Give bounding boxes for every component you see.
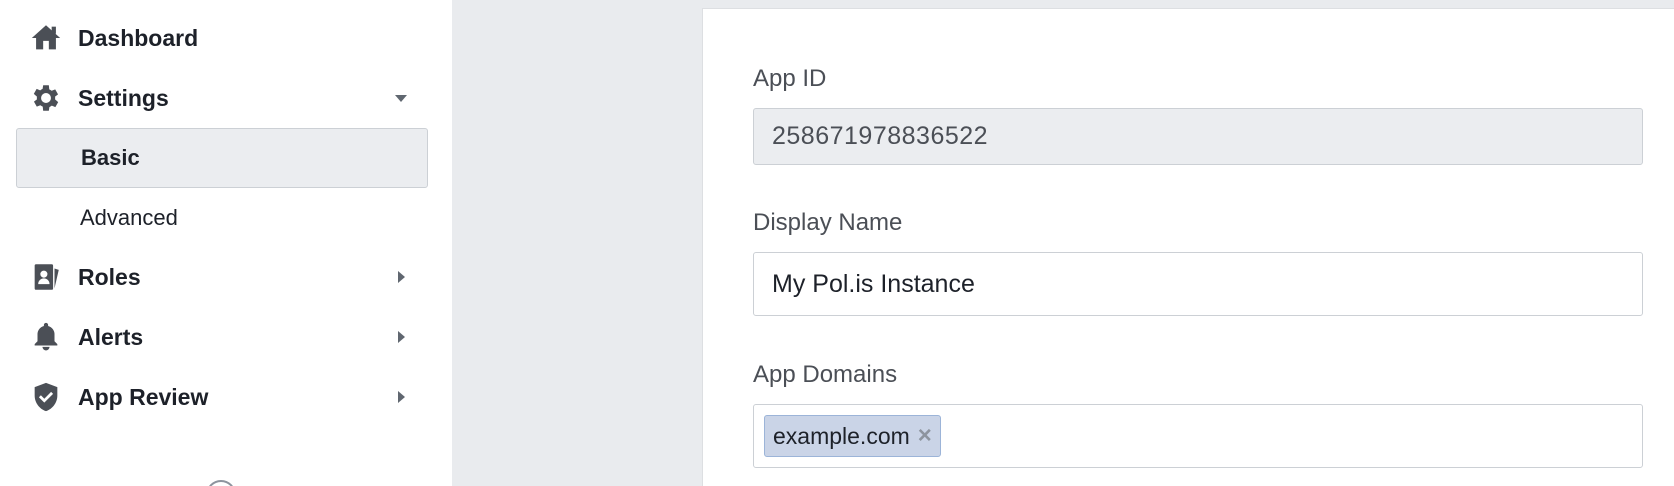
bell-icon	[28, 319, 64, 355]
sidebar-subitem-label: Basic	[81, 145, 140, 170]
app-domains-label: App Domains	[753, 361, 898, 388]
roles-icon	[28, 259, 64, 295]
app-id-label: App ID	[753, 65, 827, 92]
app-domains-input[interactable]: example.com ×	[753, 404, 1643, 468]
shield-check-icon	[28, 379, 64, 415]
sidebar-item-label: Roles	[78, 263, 141, 290]
sidebar-subitem-advanced[interactable]: Advanced	[16, 188, 428, 248]
sidebar-item-label: Settings	[78, 84, 169, 111]
chevron-right-icon[interactable]	[393, 269, 409, 285]
sidebar-subitem-label: Advanced	[80, 205, 178, 230]
display-name-input[interactable]: My Pol.is Instance	[753, 252, 1643, 316]
sidebar-item-roles[interactable]: Roles	[0, 255, 452, 299]
sidebar-item-label: App Review	[78, 383, 209, 410]
app-id-value: 258671978836522	[772, 122, 989, 150]
basic-settings-panel: App ID 258671978836522 Display Name My P…	[702, 8, 1674, 486]
sidebar-item-alerts[interactable]: Alerts	[0, 315, 452, 359]
chevron-right-icon[interactable]	[393, 389, 409, 405]
sidebar-item-label: Alerts	[78, 323, 144, 350]
sidebar-item-dashboard[interactable]: Dashboard	[0, 16, 452, 60]
sidebar-item-label: Dashboard	[78, 24, 199, 51]
sidebar-subitem-basic[interactable]: Basic	[16, 128, 428, 188]
app-id-field: 258671978836522	[753, 108, 1643, 165]
chevron-down-icon[interactable]	[393, 90, 409, 106]
sidebar-item-settings[interactable]: Settings	[0, 76, 452, 120]
display-name-value: My Pol.is Instance	[772, 269, 975, 298]
sidebar: Dashboard Settings Basic Advanced Roles …	[0, 0, 452, 486]
sidebar-item-app-review[interactable]: App Review	[0, 375, 452, 419]
home-icon	[28, 20, 64, 56]
gear-icon	[28, 80, 64, 116]
chevron-right-icon[interactable]	[393, 329, 409, 345]
display-name-label: Display Name	[753, 209, 903, 236]
domain-tag-label: example.com	[773, 422, 910, 449]
partial-circle-icon	[206, 480, 236, 486]
domain-tag: example.com ×	[764, 415, 941, 457]
close-icon[interactable]: ×	[918, 422, 932, 450]
